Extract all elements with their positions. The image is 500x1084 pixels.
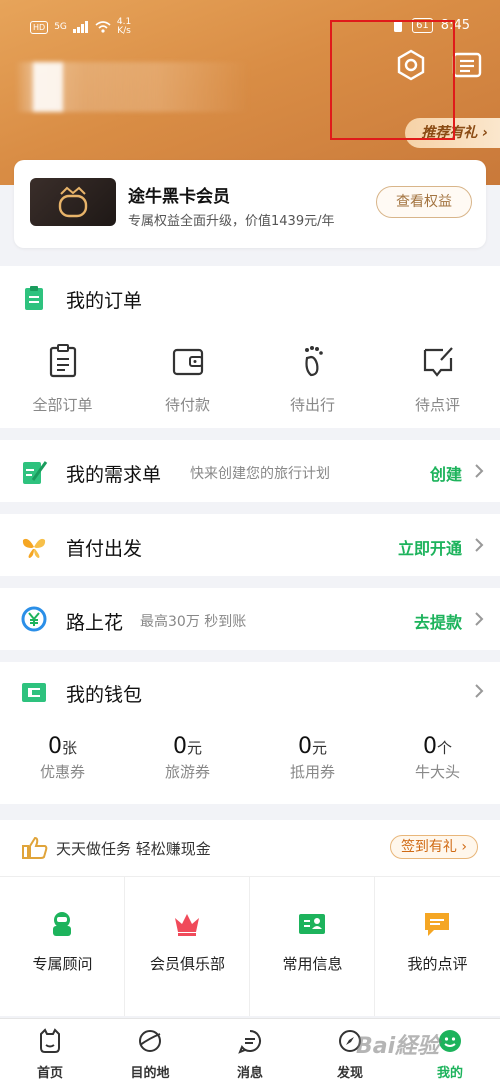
order-unpaid-label: 待付款 [164,396,210,414]
planet-icon [139,1030,161,1052]
wallet-title: 我的钱包 [66,684,143,706]
wallet-header[interactable]: 我的钱包 [0,662,500,722]
deduction-voucher-amount: 0元 [297,734,327,759]
tab-messages-label: 消息 [236,1066,263,1081]
signal-icon [72,21,88,33]
niudatou-label: 牛大头 [414,763,460,781]
task-text: 天天做任务 轻松赚现金 [56,840,211,858]
coupon-label: 优惠券 [39,763,85,781]
comment-icon [425,913,449,936]
tab-destination-label: 目的地 [130,1066,170,1081]
order-unpaid[interactable]: 待付款 [125,344,250,415]
tab-discover-label: 发现 [336,1066,363,1081]
menu-list-icon[interactable] [450,48,484,82]
tool-my-reviews[interactable]: 我的点评 [375,877,500,1016]
footprint-icon [304,346,323,377]
wallet-icon [172,348,203,376]
demand-hint: 快来创建您的旅行计划 [190,466,330,482]
order-to-review-label: 待点评 [414,396,460,414]
tool-advisor[interactable]: 专属顾问 [0,877,125,1016]
road-withdraw-link[interactable]: 去提款 [414,609,462,633]
tool-member-club[interactable]: 会员俱乐部 [125,877,250,1016]
tool-my-reviews-label: 我的点评 [407,955,468,973]
first-pay-row[interactable]: 首付出发 立即开通 [0,514,500,576]
demand-create-link[interactable]: 创建 [430,461,462,485]
demand-title: 我的需求单 [66,464,162,486]
chevron-right-icon [475,612,484,626]
wallet-coupons[interactable]: 0张 优惠券 [0,734,125,782]
tab-destination[interactable]: 目的地 [100,1019,200,1084]
profile-header: HD 5G 4.1 K/s 61 8:45 推荐有礼 › [0,0,500,185]
tab-home-label: 首页 [36,1066,63,1081]
order-to-review[interactable]: 待点评 [375,344,500,415]
review-icon [423,347,453,377]
wallet-travel-vouchers[interactable]: 0元 旅游券 [125,734,250,782]
first-pay-title: 首付出发 [66,538,143,560]
wifi-icon [95,21,111,33]
chevron-right-icon [475,538,484,552]
order-all[interactable]: 全部订单 [0,344,125,415]
member-title: 途牛黑卡会员 [128,187,230,207]
order-upcoming-label: 待出行 [289,396,335,414]
view-benefits-button[interactable]: 查看权益 [376,186,472,218]
message-icon [238,1030,261,1054]
net-speed: 4.1 K/s [116,17,132,36]
yuan-coin-icon [21,606,47,632]
tab-home[interactable]: 首页 [0,1019,100,1084]
road-loan-row[interactable]: 路上花 最高30万 秒到账 去提款 [0,588,500,650]
crown-icon [175,914,199,936]
daily-task-banner[interactable]: 天天做任务 轻松赚现金 签到有礼 › [0,820,500,876]
order-all-label: 全部订单 [32,396,93,414]
order-upcoming[interactable]: 待出行 [250,344,375,415]
wallet-card-icon [22,683,46,702]
tool-common-info-label: 常用信息 [282,955,343,973]
hd-badge: HD [30,20,49,34]
road-title: 路上花 [66,612,124,634]
signal-label: 5G [54,22,67,32]
first-pay-activate-link[interactable]: 立即开通 [398,535,462,559]
tab-messages[interactable]: 消息 [200,1019,300,1084]
butterfly-icon [22,538,46,558]
tool-common-info[interactable]: 常用信息 [250,877,375,1016]
black-card-member-banner[interactable]: 途牛黑卡会员 专属权益全面升级，价值1439元/年 查看权益 [14,160,486,248]
order-list-icon [49,344,76,378]
coupon-count: 0张 [47,734,77,759]
travel-voucher-label: 旅游券 [164,763,210,781]
chevron-right-icon [475,464,484,478]
watermark: Bai経验 [356,1034,440,1059]
home-icon [40,1028,60,1053]
member-subtitle: 专属权益全面升级，价值1439元/年 [128,214,335,229]
tool-advisor-label: 专属顾问 [32,955,93,973]
black-card-logo [30,178,116,226]
wallet-section: 我的钱包 0张 优惠券 0元 旅游券 0元 抵用券 0个 牛大头 [0,662,500,804]
road-hint: 最高30万 秒到账 [140,614,247,630]
chevron-right-icon [475,684,484,698]
sign-in-reward-button[interactable]: 签到有礼 › [389,835,478,859]
demand-row[interactable]: 我的需求单 快来创建您的旅行计划 创建 [0,440,500,502]
wallet-deduction-vouchers[interactable]: 0元 抵用券 [250,734,375,782]
annotation-highlight-box [330,20,455,140]
demand-form-icon [23,461,48,484]
profile-icon [439,1030,461,1052]
tab-profile-label: 我的 [436,1066,463,1081]
thumbs-up-icon [22,836,48,859]
orders-title: 我的订单 [66,290,143,312]
id-card-icon [299,914,325,934]
orders-clipboard-icon [25,286,43,310]
niudatou-count: 0个 [422,734,452,759]
deduction-voucher-label: 抵用券 [289,763,335,781]
tool-member-club-label: 会员俱乐部 [149,955,225,973]
wallet-niudatou[interactable]: 0个 牛大头 [375,734,500,782]
advisor-icon [53,912,71,936]
tools-grid: 专属顾问 会员俱乐部 常用信息 我的点评 [0,876,500,1016]
avatar-blurred[interactable] [15,62,250,112]
orders-section: 我的订单 全部订单 待付款 待出行 待点评 [0,266,500,428]
travel-voucher-amount: 0元 [172,734,202,759]
